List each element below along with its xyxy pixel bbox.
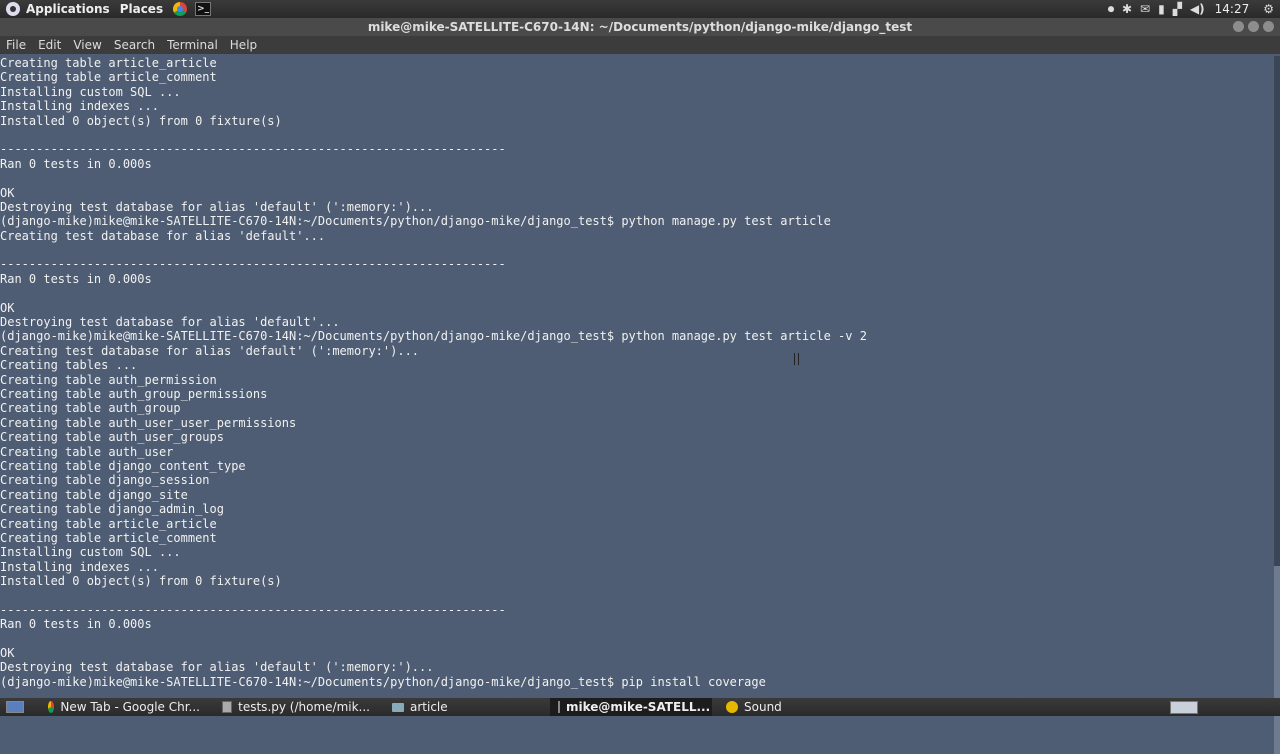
bluetooth-icon[interactable]: ✱ (1122, 2, 1132, 16)
record-icon[interactable]: ⏺ (1108, 2, 1114, 17)
terminal-line: OK (0, 300, 15, 315)
terminal-launcher-icon[interactable]: >_ (195, 2, 212, 16)
terminal-line: Creating table auth_user_user_permission… (0, 415, 297, 430)
task-label: article (410, 700, 448, 714)
menu-terminal[interactable]: Terminal (167, 38, 218, 52)
terminal-line: Destroying test database for alias 'defa… (0, 199, 434, 214)
task-label: mike@mike-SATELL... (566, 700, 711, 714)
terminal-line: Installed 0 object(s) from 0 fixture(s) (0, 574, 282, 589)
terminal-line: Creating table auth_user_groups (0, 430, 224, 445)
chrome-icon (48, 701, 55, 713)
terminal-line: Creating table auth_group_permissions (0, 386, 268, 401)
folder-icon (392, 702, 404, 712)
task-chrome[interactable]: New Tab - Google Chr... (40, 698, 208, 716)
terminal-line: Installing custom SQL ... (0, 545, 181, 560)
window-title: mike@mike-SATELLITE-C670-14N: ~/Document… (367, 20, 913, 34)
battery-icon[interactable]: ▮ (1158, 2, 1165, 16)
terminal-line: Creating table auth_permission (0, 372, 217, 387)
terminal-line: Creating table article_comment (0, 530, 217, 545)
task-text-editor[interactable]: tests.py (/home/mik... (214, 698, 378, 716)
terminal-line: Creating table article_comment (0, 70, 217, 85)
terminal-line: Installing custom SQL ... (0, 84, 181, 99)
gnome-foot-icon[interactable] (6, 2, 20, 16)
task-label: tests.py (/home/mik... (238, 700, 370, 714)
places-menu[interactable]: Places (120, 2, 163, 16)
show-desktop-button[interactable] (6, 701, 24, 713)
terminal-line: Destroying test database for alias 'defa… (0, 315, 340, 330)
terminal-line: OK (0, 646, 15, 661)
volume-icon[interactable]: ◀) (1190, 2, 1205, 16)
text-cursor-icon (794, 353, 799, 365)
terminal-line: Creating table django_session (0, 473, 210, 488)
terminal-line: Installed 0 object(s) from 0 fixture(s) (0, 113, 282, 128)
applications-menu[interactable]: Applications (26, 2, 110, 16)
terminal-scrollbar[interactable] (1274, 56, 1280, 754)
gear-icon[interactable]: ⚙ (1263, 2, 1274, 16)
terminal-line: Installing indexes ... (0, 99, 159, 114)
terminal-line: (django-mike)mike@mike-SATELLITE-C670-14… (0, 214, 831, 229)
task-terminal[interactable]: mike@mike-SATELL... (550, 698, 712, 716)
terminal-line: ----------------------------------------… (0, 142, 506, 157)
task-label: Sound (744, 700, 782, 714)
taskbar: New Tab - Google Chr... tests.py (/home/… (0, 698, 1280, 716)
top-panel: Applications Places >_ ⏺ ✱ ✉ ▮ ▞ ◀) 14:2… (0, 0, 1280, 18)
terminal-output[interactable]: Creating table article_article Creating t… (0, 56, 1274, 698)
menu-search[interactable]: Search (114, 38, 155, 52)
terminal-line: ----------------------------------------… (0, 602, 506, 617)
menu-view[interactable]: View (73, 38, 101, 52)
terminal-line: Creating table auth_group (0, 401, 181, 416)
terminal-line: Ran 0 tests in 0.000s (0, 156, 152, 171)
sound-icon (726, 701, 738, 713)
network-icon[interactable]: ▞ (1173, 2, 1182, 16)
minimize-button[interactable] (1233, 21, 1244, 32)
terminal-line: Creating table django_content_type (0, 458, 246, 473)
window-titlebar[interactable]: mike@mike-SATELLITE-C670-14N: ~/Document… (0, 18, 1280, 36)
terminal-line: Creating tables ... (0, 358, 138, 373)
mail-icon[interactable]: ✉ (1140, 2, 1150, 16)
scrollbar-thumb[interactable] (1274, 566, 1280, 754)
terminal-line: Creating table article_article (0, 56, 217, 70)
maximize-button[interactable] (1248, 21, 1259, 32)
terminal-line: Ran 0 tests in 0.000s (0, 271, 152, 286)
terminal-line: Destroying test database for alias 'defa… (0, 660, 434, 675)
terminal-lines: Creating table article_article Creating t… (0, 56, 1274, 689)
terminal-line: (django-mike)mike@mike-SATELLITE-C670-14… (0, 329, 867, 344)
task-folder[interactable]: article (384, 698, 544, 716)
terminal-line: Creating table django_site (0, 487, 188, 502)
menubar: File Edit View Search Terminal Help (0, 36, 1280, 54)
terminal-line: Creating table django_admin_log (0, 502, 224, 517)
terminal-line: Installing indexes ... (0, 559, 159, 574)
chrome-launcher-icon[interactable] (173, 2, 188, 16)
terminal-line: (django-mike)mike@mike-SATELLITE-C670-14… (0, 674, 766, 689)
terminal-line: Creating test database for alias 'defaul… (0, 343, 420, 358)
task-label: New Tab - Google Chr... (60, 700, 200, 714)
terminal-line: Creating test database for alias 'defaul… (0, 228, 326, 243)
menu-edit[interactable]: Edit (38, 38, 61, 52)
terminal-line: Ran 0 tests in 0.000s (0, 617, 152, 632)
terminal-line: OK (0, 185, 15, 200)
terminal-line: Creating table auth_user (0, 444, 174, 459)
terminal-line: ----------------------------------------… (0, 257, 506, 272)
task-sound[interactable]: Sound (718, 698, 814, 716)
menu-help[interactable]: Help (230, 38, 257, 52)
text-editor-icon (222, 701, 233, 713)
workspace-switcher[interactable] (1170, 701, 1198, 714)
menu-file[interactable]: File (6, 38, 26, 52)
terminal-icon (558, 701, 560, 713)
clock[interactable]: 14:27 (1215, 2, 1250, 16)
close-button[interactable] (1263, 21, 1274, 32)
terminal-line: Creating table article_article (0, 516, 217, 531)
